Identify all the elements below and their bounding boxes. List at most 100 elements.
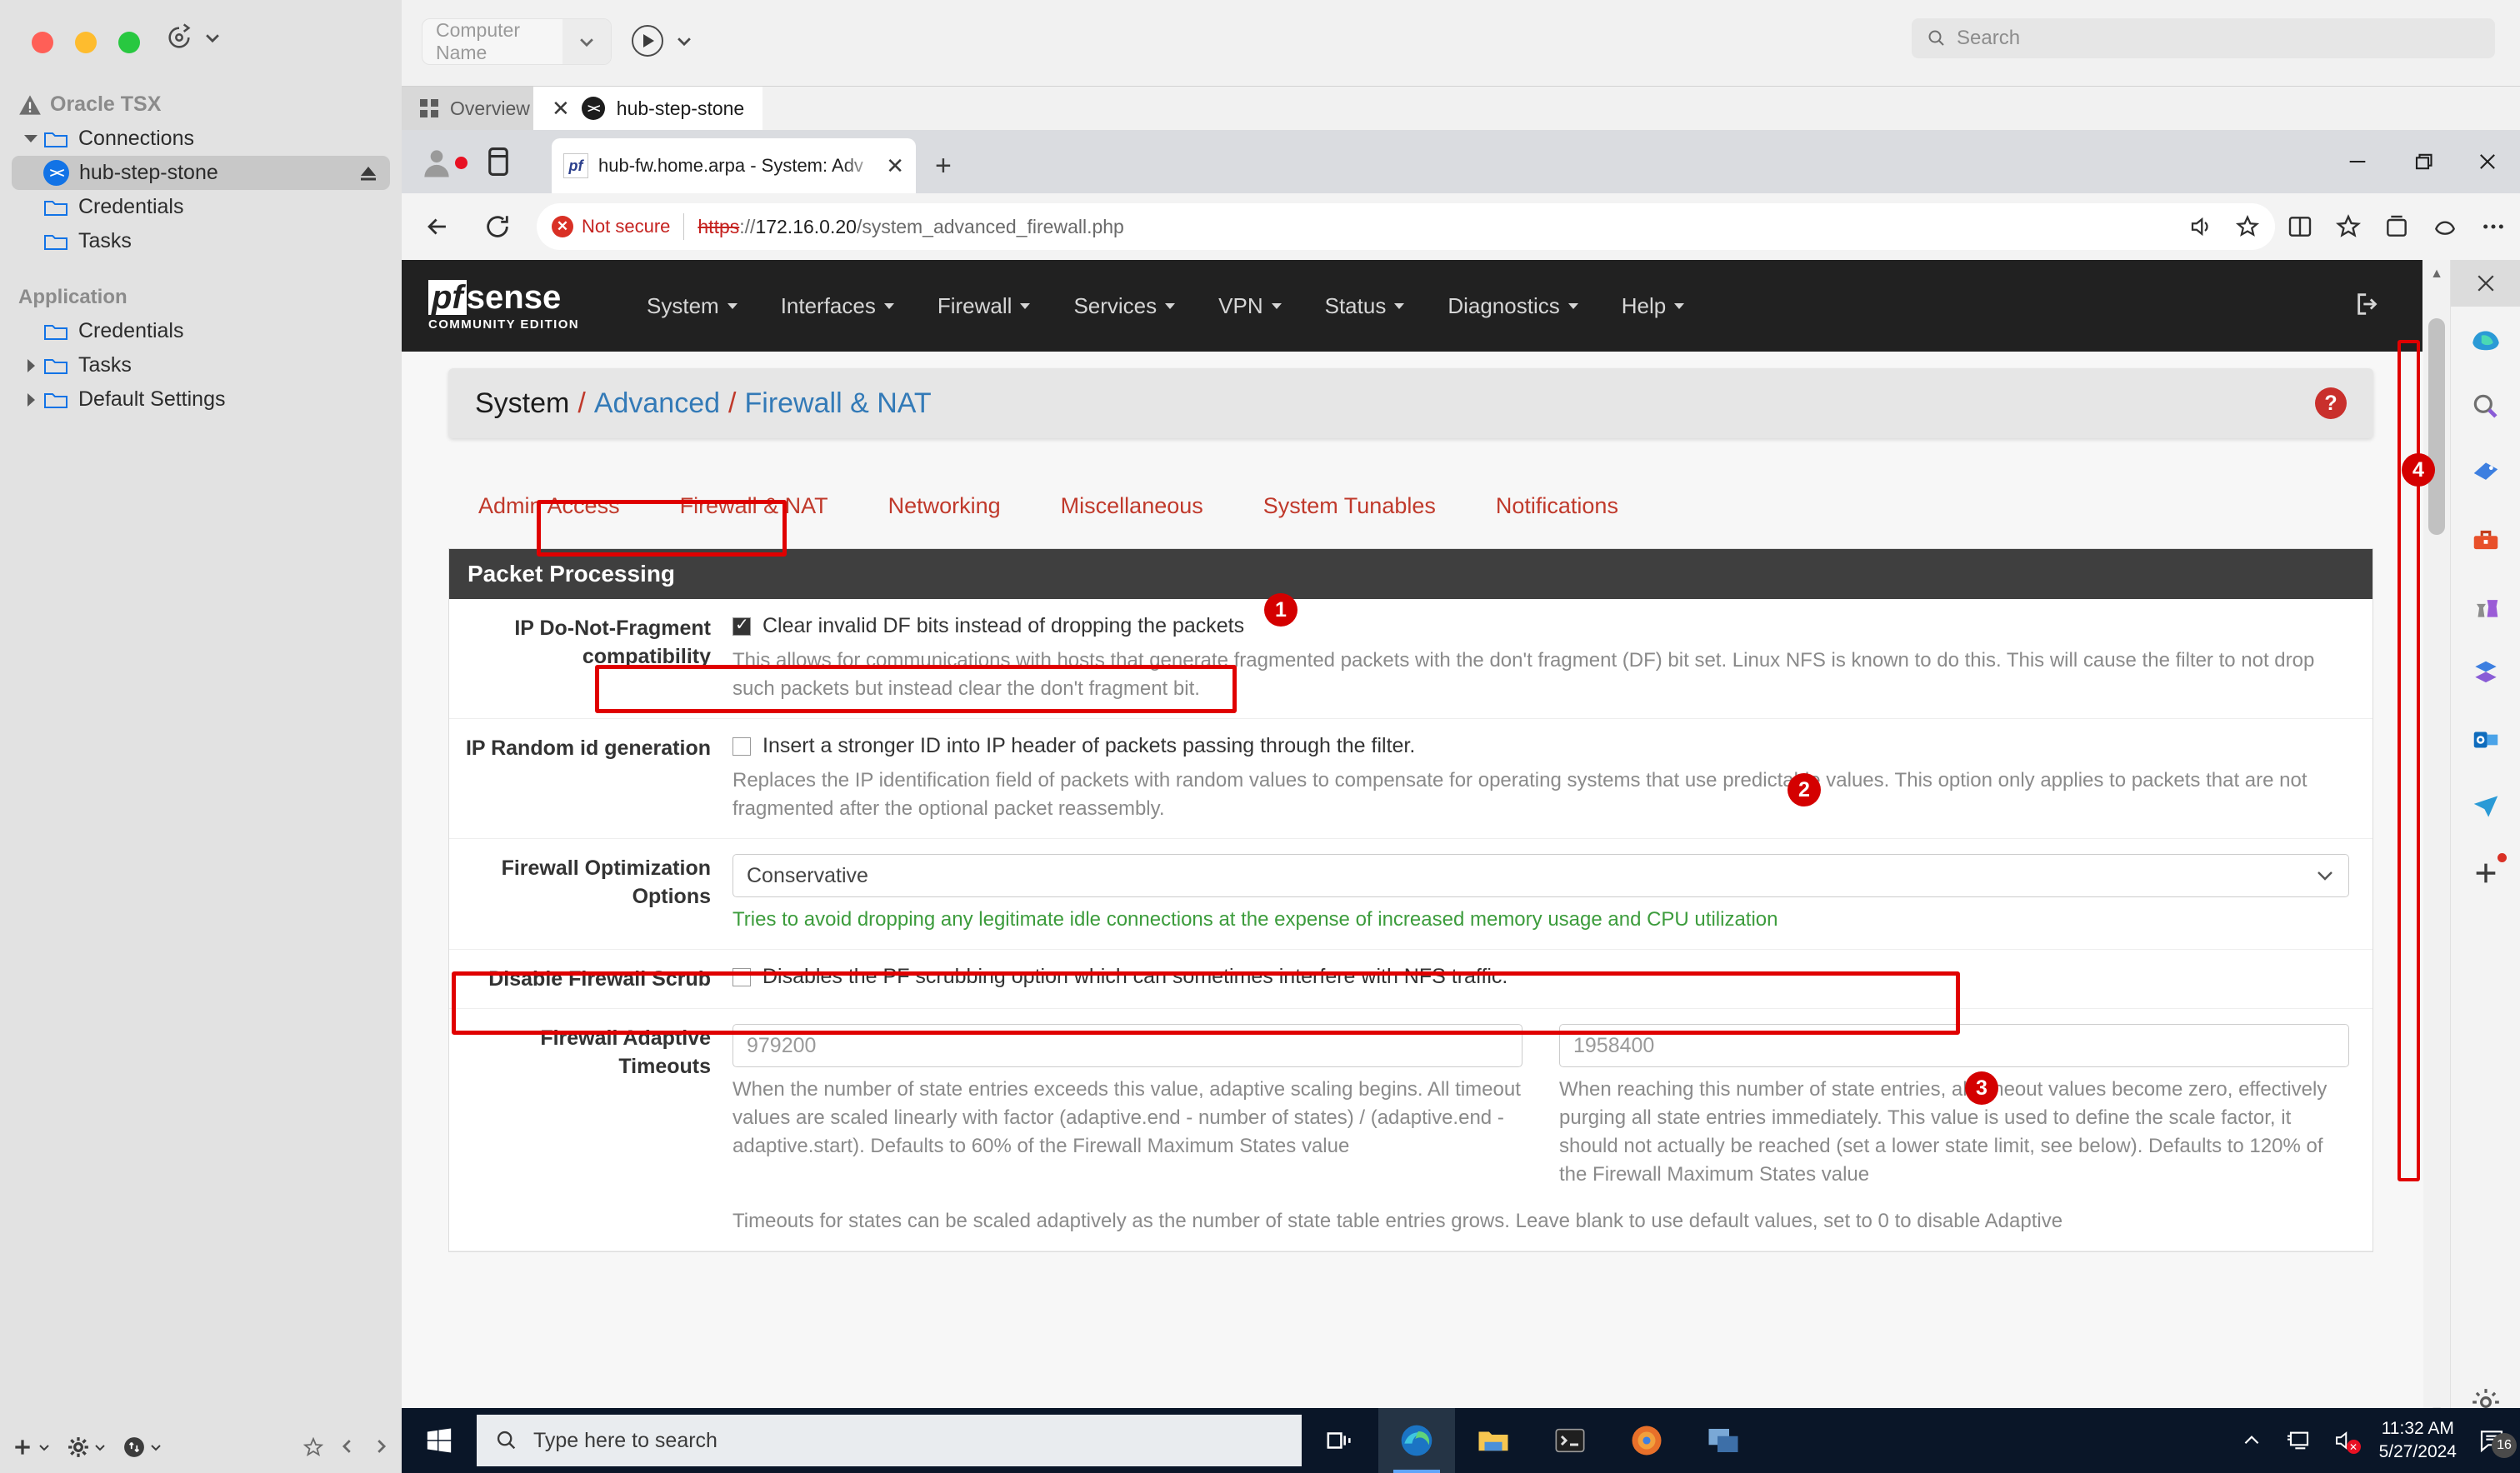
chevron-down-icon[interactable] [38,1441,51,1454]
vertical-tabs-icon[interactable] [485,147,512,177]
read-aloud-icon[interactable] [2188,214,2213,239]
tree-root-oracle-tsx[interactable]: Oracle TSX [0,87,402,122]
games-button[interactable] [2451,573,2520,640]
close-icon[interactable] [2473,271,2498,296]
network-icon[interactable] [2284,1429,2311,1452]
tab-hub-step-stone[interactable]: ✕ >< hub-step-stone [533,87,762,130]
url-omnibox[interactable]: ✕ Not secure https://172.16.0.20/system_… [537,203,2275,250]
taskbar-edge-button[interactable] [1378,1408,1455,1473]
paper-plane-icon[interactable] [2470,791,2502,822]
browser-essentials-icon[interactable] [2432,213,2458,240]
page-scrollbar[interactable]: ▲ ▼ [2423,260,2450,1426]
sidebar-close-button[interactable] [2451,260,2520,307]
new-tab-button[interactable]: + [935,150,952,182]
taskbar-rdp-button[interactable] [1685,1408,1762,1473]
tab-system-tunables[interactable]: System Tunables [1233,493,1466,519]
share-button[interactable] [2451,773,2520,840]
edge-tab-pfsense[interactable]: pf hub-fw.home.arpa - System: Adv ✕ [552,138,916,193]
plus-icon[interactable] [2472,859,2500,887]
add-entry-button[interactable] [12,1436,51,1458]
nav-vpn[interactable]: VPN [1197,260,1302,352]
shopping-button[interactable] [2451,440,2520,507]
window-traffic-lights[interactable] [32,32,140,53]
firewall-optimization-select[interactable]: Conservative [732,854,2349,897]
minimize-window-button[interactable] [75,32,97,53]
windows-logo-icon[interactable] [425,1426,453,1455]
adaptive-start-input[interactable]: 979200 [732,1024,1522,1067]
logout-button[interactable] [2354,290,2382,322]
favorites-icon[interactable] [2335,213,2362,240]
task-view-icon[interactable] [1326,1426,1354,1455]
close-window-button[interactable] [32,32,53,53]
settings-button[interactable] [68,1436,107,1458]
transfer-button[interactable] [123,1436,162,1458]
nav-services[interactable]: Services [1052,260,1197,352]
star-icon[interactable] [303,1437,323,1457]
disable-scrub-checkbox[interactable]: Disables the PF scrubbing option which c… [732,965,2349,989]
tree-app-item-credentials[interactable]: Credentials [0,314,402,348]
checkbox-box[interactable] [732,737,751,756]
pfsense-logo[interactable]: pfsense COMMUNITY EDITION [428,280,595,332]
show-hidden-icons-chevron-icon[interactable] [2241,1430,2262,1451]
tree-app-item-tasks[interactable]: Tasks [0,348,402,382]
close-icon[interactable] [2476,150,2499,173]
file-explorer-icon[interactable] [1476,1423,1511,1458]
chevron-down-icon[interactable] [93,1441,107,1454]
refresh-icon[interactable] [165,23,193,52]
office-button[interactable] [2451,640,2520,707]
price-tag-icon[interactable] [2470,457,2502,489]
checkbox-box[interactable] [732,968,751,986]
nav-status[interactable]: Status [1303,260,1427,352]
chevron-down-icon[interactable] [2315,864,2335,888]
start-button[interactable] [402,1408,477,1473]
connect-control[interactable] [632,25,693,57]
terminal-icon[interactable] [1553,1424,1587,1457]
breadcrumb-advanced[interactable]: Advanced [594,387,720,420]
reload-button[interactable] [473,202,522,251]
tab-miscellaneous[interactable]: Miscellaneous [1031,493,1233,519]
copilot-icon[interactable] [2468,322,2503,357]
taskbar-explorer-button[interactable] [1455,1408,1532,1473]
split-screen-icon[interactable] [2287,213,2313,240]
maximize-window-button[interactable] [118,32,140,53]
checkbox-box[interactable] [732,617,751,636]
taskbar-search-box[interactable]: Type here to search [477,1415,1302,1466]
firefox-icon[interactable] [1629,1423,1664,1458]
action-center-button[interactable]: 16 [2478,1428,2505,1453]
chess-icon[interactable] [2470,591,2502,622]
outlook-button[interactable] [2451,707,2520,773]
profile-avatar[interactable] [418,145,455,186]
nav-diagnostics[interactable]: Diagnostics [1426,260,1599,352]
minimize-button[interactable] [2325,130,2390,193]
security-indicator[interactable]: ✕ Not secure [552,216,670,237]
taskbar-terminal-button[interactable] [1532,1408,1608,1473]
remote-desktop-icon[interactable] [1706,1423,1741,1458]
search-button[interactable] [2451,373,2520,440]
computer-name-dropdown-button[interactable] [562,19,611,64]
tab-networking[interactable]: Networking [858,493,1031,519]
nav-help[interactable]: Help [1600,260,1706,352]
close-icon[interactable]: ✕ [552,96,570,122]
toolbox-icon[interactable] [2470,524,2502,556]
reload-icon[interactable] [483,212,512,241]
eject-icon[interactable] [358,164,378,182]
copilot-button[interactable] [2451,307,2520,373]
vertical-tabs-button[interactable] [485,147,512,181]
minimize-icon[interactable] [2346,150,2369,173]
tools-button[interactable] [2451,507,2520,573]
breadcrumb-leaf[interactable]: Firewall & NAT [745,387,932,420]
nav-interfaces[interactable]: Interfaces [759,260,916,352]
refresh-dropdown-control[interactable] [165,23,222,52]
volume-button[interactable]: ✕ [2332,1429,2358,1452]
tab-admin-access[interactable]: Admin Access [448,493,650,519]
scroll-up-arrow[interactable]: ▲ [2423,260,2450,288]
tree-item-hub-step-stone[interactable]: >< hub-step-stone [12,156,390,190]
edge-icon[interactable] [1398,1422,1435,1459]
tree-item-credentials[interactable]: Credentials [0,190,402,224]
tab-overview[interactable]: Overview [402,87,533,130]
settings-more-icon[interactable] [2480,213,2507,240]
computer-name-combobox[interactable]: Computer Name [422,18,612,65]
plus-icon[interactable] [12,1436,33,1458]
chevron-right-icon[interactable] [372,1437,390,1456]
add-sidebar-app-button[interactable] [2451,840,2520,906]
